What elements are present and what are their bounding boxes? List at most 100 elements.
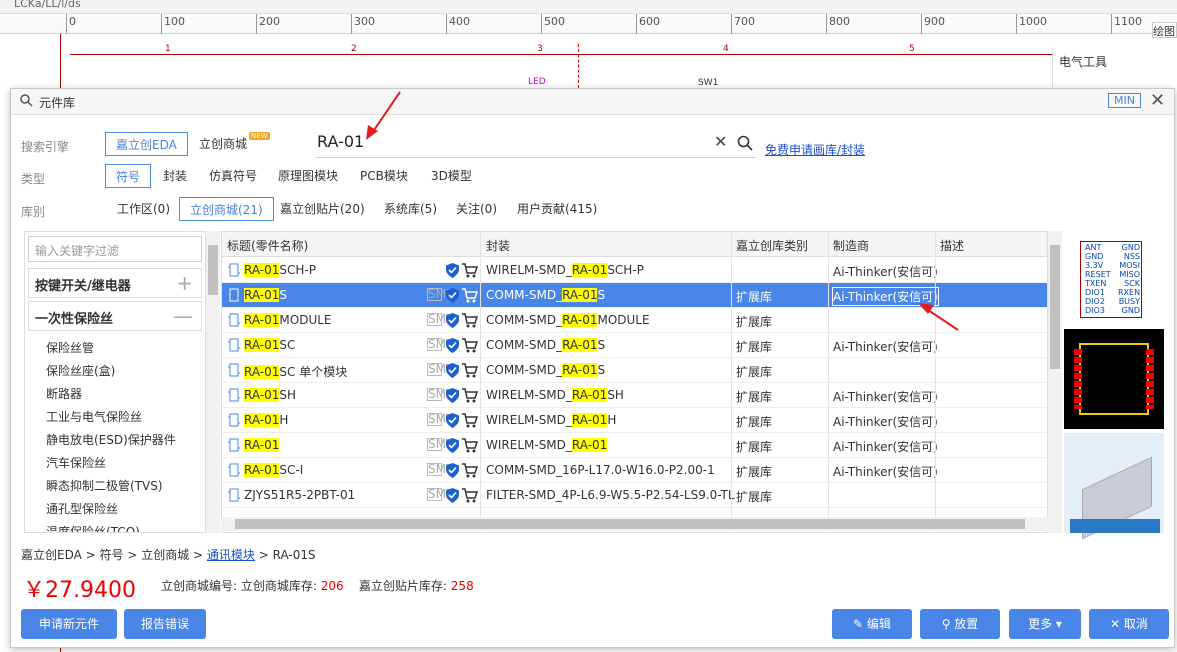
- place-button[interactable]: ⚲ 放置: [920, 609, 1000, 639]
- tree-leaf[interactable]: 保险丝管: [46, 339, 94, 356]
- col-description[interactable]: 描述: [940, 237, 964, 254]
- table-row[interactable]: ZJYS51R5-2PBT-01 SMT FILTER-SMD_4P-L6.9-W5…: [222, 483, 1047, 508]
- search-engine-label: 搜索引擎: [21, 140, 70, 154]
- type-sch-module[interactable]: 原理图模块: [268, 164, 348, 188]
- row-package: WIRELM-SMD_RA-01H: [486, 413, 617, 427]
- row-package: FILTER-SMD_4P-L6.9-W5.5-P2.54-LS9.0-TL: [486, 488, 735, 502]
- row-title: RA-01H: [244, 413, 289, 427]
- table-row[interactable]: RA-01MODULE SMT COMM-SMD_RA-01MODULE 扩展库: [222, 308, 1047, 333]
- verified-shield-icon: [446, 488, 459, 503]
- smt-icon: SMT: [427, 362, 454, 376]
- row-package: COMM-SMD_RA-01S: [486, 338, 606, 352]
- type-pcb-module[interactable]: PCB模块: [350, 164, 418, 188]
- cart-icon[interactable]: [461, 387, 478, 404]
- report-error-button[interactable]: 报告错误: [124, 609, 206, 639]
- cart-icon[interactable]: [461, 362, 478, 379]
- engine-lcsc[interactable]: 立创商城: [189, 132, 257, 156]
- type-symbol[interactable]: 符号: [105, 164, 152, 188]
- row-manufacturer: Ai-Thinker(安信可): [833, 340, 938, 354]
- symbol-icon: [228, 288, 240, 302]
- tree-leaf[interactable]: 瞬态抑制二极管(TVS): [46, 477, 163, 494]
- row-manufacturer: Ai-Thinker(安信可): [833, 265, 938, 279]
- tree-leaf[interactable]: 保险丝座(盒): [46, 362, 115, 379]
- type-footprint[interactable]: 封装: [153, 164, 197, 188]
- row-category: 扩展库: [736, 315, 773, 329]
- tree-leaf[interactable]: 工业与电气保险丝: [46, 408, 142, 425]
- table-row[interactable]: RA-01SCH-P WIRELM-SMD_RA-01SCH-P Ai-Thinke…: [222, 258, 1047, 283]
- tree-group-switch[interactable]: 按键开关/继电器 +: [28, 268, 202, 298]
- edit-button[interactable]: ✎ 编辑: [832, 609, 912, 639]
- table-hscrollbar[interactable]: [221, 517, 1048, 531]
- lib-follow[interactable]: 关注(0): [446, 197, 507, 221]
- table-row[interactable]: RA-01SH SMT WIRELM-SMD_RA-01SH 扩展库 Ai-Thinke…: [222, 383, 1047, 408]
- tree-leaf[interactable]: 汽车保险丝: [46, 454, 106, 471]
- ruler-label: 500: [544, 15, 565, 28]
- symbol-preview[interactable]: ANT GND 3.3V RESET TXEN DIO1 DIO2 DIO3 GND NSS MO…: [1064, 231, 1164, 325]
- row-manufacturer: Ai-Thinker(安信可): [833, 440, 938, 454]
- row-title: RA-01SC 单个模块: [244, 365, 348, 379]
- document-tab[interactable]: LCKa/LL/l/ds: [14, 0, 81, 10]
- tree-leaf[interactable]: 通孔型保险丝: [46, 500, 118, 517]
- ruler-tick: [256, 14, 257, 34]
- type-sim-symbol[interactable]: 仿真符号: [199, 164, 267, 188]
- tree-leaf[interactable]: 静电放电(ESD)保护器件: [46, 431, 176, 448]
- col-package[interactable]: 封装: [486, 237, 510, 254]
- breadcrumb-link[interactable]: 通讯模块: [207, 548, 255, 562]
- table-row[interactable]: RA-01SC SMT COMM-SMD_RA-01S 扩展库 Ai-Thinker(安…: [222, 333, 1047, 358]
- expand-icon[interactable]: +: [176, 271, 193, 295]
- lib-user-contrib[interactable]: 用户贡献(415): [507, 197, 607, 221]
- cart-icon[interactable]: [461, 462, 478, 479]
- new-component-button[interactable]: 申请新元件: [21, 609, 117, 639]
- search-button-icon[interactable]: [737, 135, 753, 154]
- cart-icon[interactable]: [461, 337, 478, 354]
- lib-workspace[interactable]: 工作区(0): [107, 197, 180, 221]
- cart-icon[interactable]: [461, 312, 478, 329]
- search-input[interactable]: RA-01: [317, 132, 364, 151]
- cart-icon[interactable]: [461, 412, 478, 429]
- table-row[interactable]: RA-01H SMT WIRELM-SMD_RA-01H 扩展库 Ai-Thinker(…: [222, 408, 1047, 433]
- lib-lcsc[interactable]: 立创商城(21): [179, 197, 274, 221]
- table-scrollbar[interactable]: [1048, 231, 1062, 533]
- tree-leaf[interactable]: 温度保险丝(TCO): [46, 523, 140, 532]
- engine-lceda[interactable]: 嘉立创EDA: [105, 132, 188, 156]
- row-package: COMM-SMD_16P-L17.0-W16.0-P2.00-1: [486, 463, 715, 477]
- cart-icon[interactable]: [461, 287, 478, 304]
- more-button[interactable]: 更多 ▾: [1009, 609, 1081, 639]
- verified-shield-icon: [446, 288, 459, 303]
- collapse-icon[interactable]: —: [173, 304, 193, 328]
- results-table: 标题(零件名称) 封装 嘉立创库类别 制造商 描述 RA-01SCH-P WIRE…: [221, 231, 1048, 533]
- close-icon[interactable]: ✕: [1150, 90, 1165, 111]
- tree-scrollbar[interactable]: [206, 231, 220, 533]
- type-3d-model[interactable]: 3D模型: [421, 164, 482, 188]
- ruler-tick: [921, 14, 922, 34]
- col-manufacturer[interactable]: 制造商: [833, 237, 869, 254]
- table-row[interactable]: RA-01SC-I SMT COMM-SMD_16P-L17.0-W16.0-P2.…: [222, 458, 1047, 483]
- filter-input[interactable]: 输入关键字过滤: [28, 236, 202, 262]
- table-row[interactable]: RA-01 SMT WIRELM-SMD_RA-01 扩展库 Ai-Thinker(安信…: [222, 433, 1047, 458]
- preview-panel: ANT GND 3.3V RESET TXEN DIO1 DIO2 DIO3 GND NSS MO…: [1064, 231, 1164, 540]
- row-category: 扩展库: [736, 290, 773, 304]
- table-header: 标题(零件名称) 封装 嘉立创库类别 制造商 描述: [222, 232, 1047, 257]
- 3d-preview[interactable]: [1064, 433, 1164, 540]
- footprint-preview[interactable]: [1064, 329, 1164, 429]
- minimize-button[interactable]: MIN: [1108, 93, 1141, 108]
- lib-system[interactable]: 系统库(5): [374, 197, 447, 221]
- tree-group-fuse[interactable]: 一次性保险丝 —: [28, 301, 202, 331]
- col-category[interactable]: 嘉立创库类别: [736, 237, 808, 254]
- row-title: RA-01SCH-P: [244, 263, 316, 277]
- lib-jlc-smt[interactable]: 嘉立创贴片(20): [270, 197, 375, 221]
- cart-icon[interactable]: [461, 437, 478, 454]
- table-row[interactable]: RA-01SC 单个模块 SMT COMM-SMD_RA-01S 扩展库: [222, 358, 1047, 383]
- smt-icon: SMT: [427, 287, 454, 301]
- table-row[interactable]: RA-01S SMT COMM-SMD_RA-01S 扩展库 Ai-Thinker(安信…: [222, 283, 1047, 308]
- col-title[interactable]: 标题(零件名称): [227, 237, 308, 254]
- draw-button[interactable]: 绘图: [1152, 22, 1177, 38]
- row-title: RA-01MODULE: [244, 313, 332, 327]
- cart-icon[interactable]: [461, 262, 478, 279]
- clear-icon[interactable]: ✕: [714, 132, 727, 151]
- apply-library-link[interactable]: 免费申请画库/封装: [765, 141, 865, 158]
- cancel-button[interactable]: ✕ 取消: [1089, 609, 1169, 639]
- schematic-column-label: 5: [909, 44, 915, 54]
- cart-icon[interactable]: [461, 487, 478, 504]
- tree-leaf[interactable]: 断路器: [46, 385, 82, 402]
